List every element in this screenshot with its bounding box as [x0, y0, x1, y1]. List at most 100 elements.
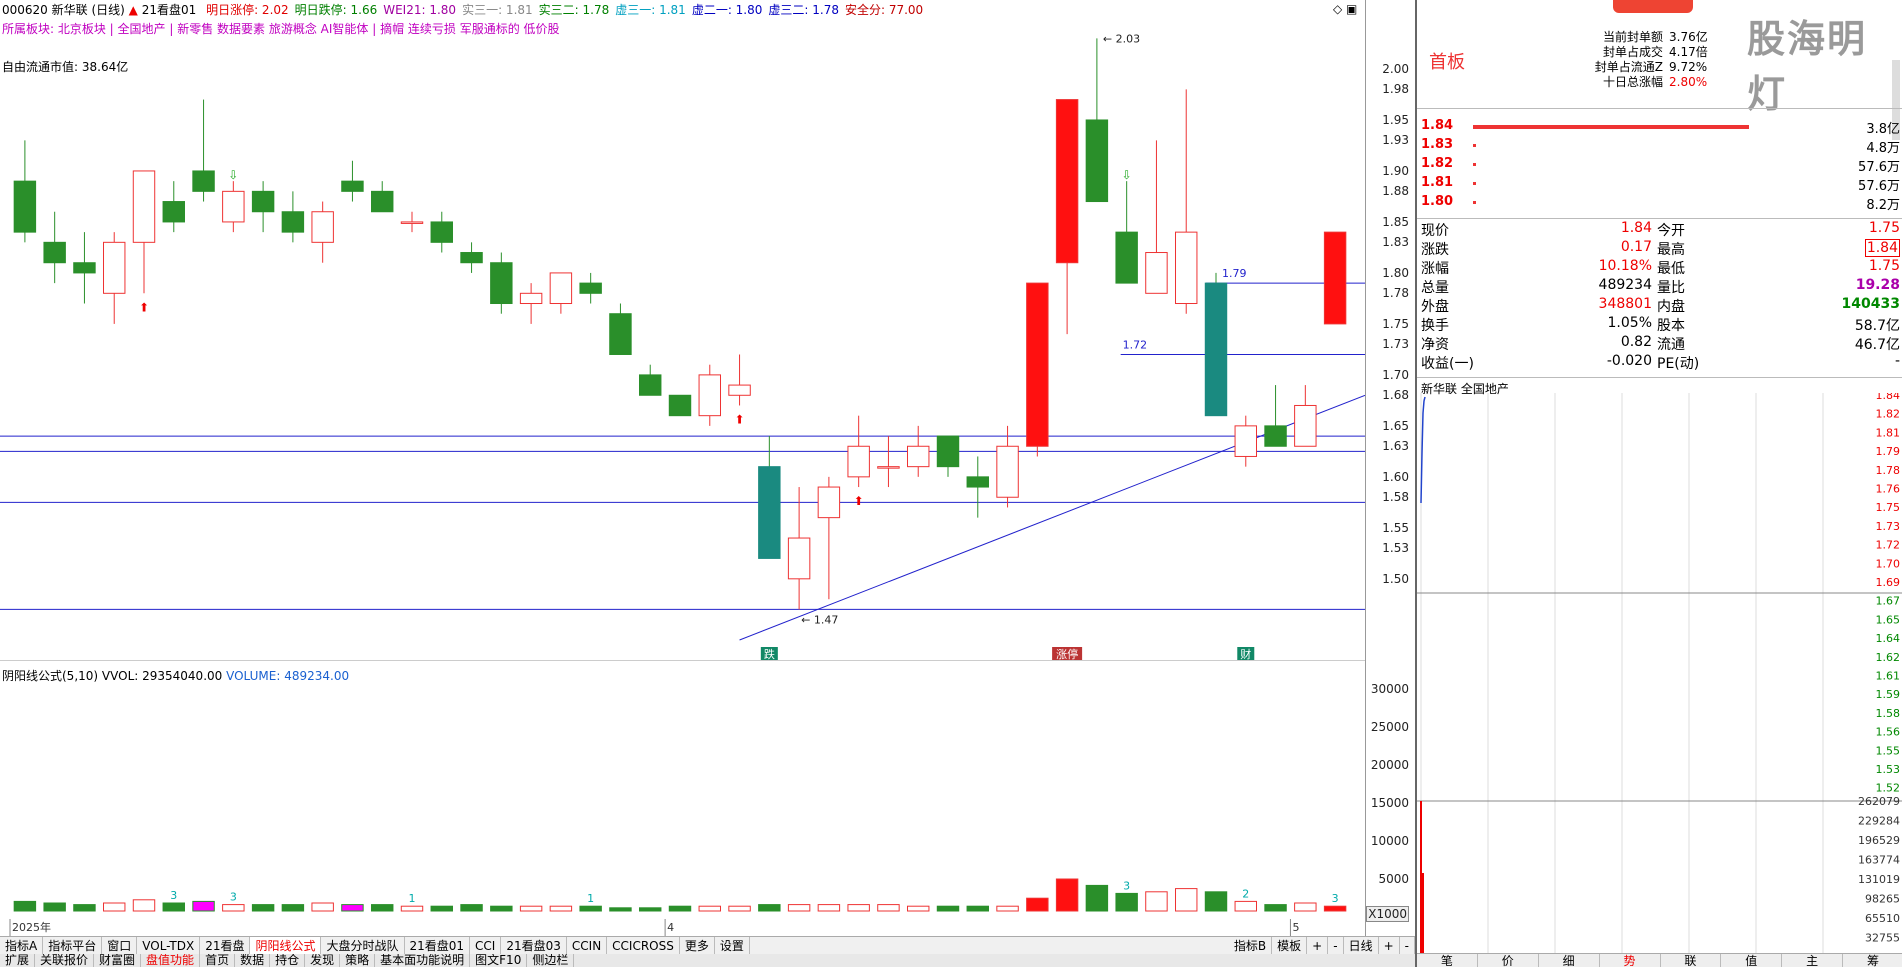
function-tab-9[interactable]: 基本面功能说明	[375, 954, 471, 967]
function-tab-6[interactable]: 持仓	[270, 954, 306, 967]
volume-bar	[1234, 900, 1257, 912]
mini-price-tick: 1.84	[1876, 393, 1901, 402]
volume-bar	[907, 905, 930, 912]
candle-body	[162, 201, 185, 223]
price-tick: 1.50	[1382, 571, 1409, 586]
quote-value: 10.18%	[1598, 258, 1652, 274]
candle-body	[73, 262, 96, 274]
candle-body	[400, 221, 424, 224]
candle	[698, 364, 721, 426]
volume-bar	[698, 905, 721, 912]
tab-3[interactable]: VOL-TDX	[137, 937, 201, 954]
volume-tick: 20000	[1370, 758, 1409, 772]
candle-body	[103, 241, 126, 294]
quote-label: 换手	[1421, 318, 1449, 334]
candle-body	[43, 241, 66, 264]
function-tab-5[interactable]: 数据	[235, 954, 271, 967]
tab-right-6[interactable]: -	[1400, 937, 1415, 954]
volume-bar	[1085, 884, 1109, 912]
quote-label: 外盘	[1421, 299, 1449, 315]
tab-13[interactable]: 设置	[715, 937, 750, 954]
volume-bar	[817, 904, 841, 912]
seal-value: 2.80%	[1669, 75, 1708, 89]
candle	[192, 99, 215, 202]
mini-price-tick: 1.56	[1876, 726, 1901, 739]
price-tick: 1.68	[1382, 388, 1409, 403]
candle-body	[668, 394, 692, 417]
tab-right-4[interactable]: 日线	[1344, 937, 1379, 954]
function-tab-8[interactable]: 策略	[340, 954, 376, 967]
volume-bar	[936, 905, 960, 912]
tab-2[interactable]: 窗口	[102, 937, 138, 954]
tab-6[interactable]: 大盘分时战队	[321, 937, 405, 954]
volume-bar	[460, 904, 483, 912]
candle	[400, 211, 424, 233]
tab-right-0[interactable]: 指标B	[1229, 937, 1273, 954]
candle	[1204, 272, 1228, 417]
bid-price: 1.82	[1421, 156, 1454, 171]
function-tab-2[interactable]: 财富圈	[94, 954, 142, 967]
mini-price-tick: 1.70	[1876, 557, 1901, 570]
tab-8[interactable]: CCI	[470, 937, 502, 954]
function-tab-1[interactable]: 关联报价	[35, 954, 95, 967]
candle	[251, 181, 275, 233]
quote-row: 换手 1.05% 股本 58.7亿	[1417, 315, 1902, 334]
candle	[519, 283, 543, 324]
detail-tab-2[interactable]: 细	[1539, 954, 1600, 967]
detail-tab-0[interactable]: 笔	[1417, 954, 1478, 967]
volume-bar	[728, 905, 751, 912]
intraday-chart[interactable]: 1.84 1.82 1.81 1.79 1.78 1.76 1.75 1.73 1.72 1.70…	[1417, 393, 1902, 953]
seal-value: 9.72%	[1669, 60, 1708, 74]
candle	[162, 181, 185, 233]
buy-signal-icon: ⬆	[139, 300, 149, 314]
function-tab-3[interactable]: 盘值功能	[141, 954, 201, 967]
tab-right-3[interactable]: -	[1328, 937, 1344, 954]
tab-right-5[interactable]: +	[1379, 937, 1400, 954]
tab-1[interactable]: 指标平台	[43, 937, 103, 954]
tab-4[interactable]: 21看盘	[200, 937, 251, 954]
event-tag: 跌	[760, 647, 778, 660]
seal-row: 十日总涨幅 2.80%	[1567, 73, 1767, 89]
detail-tab-3[interactable]: 势	[1600, 954, 1661, 967]
candle	[430, 211, 453, 253]
volume-count-label: 2	[1242, 887, 1249, 900]
candlestick-chart[interactable]: 1.79 1.72 ← 2.03 ← 1.47 跌 涨停 财 ⬆ ⬆ ⬆ ⇩ ⇩	[0, 0, 1365, 660]
quote-value: 1.75	[1868, 258, 1900, 274]
tab-0[interactable]: 指标A	[0, 937, 44, 954]
function-tab-11[interactable]: 侧边栏	[527, 954, 575, 967]
tab-7[interactable]: 21看盘01	[405, 937, 471, 954]
tab-12[interactable]: 更多	[680, 937, 715, 954]
quote-row: 总量 489234 量比 19.28	[1417, 277, 1902, 296]
kline-panel[interactable]: 000620 新华联 (日线) ▲ 21看盘01 明日涨停: 2.02 明日跌停:…	[0, 0, 1365, 660]
function-tab-4[interactable]: 首页	[200, 954, 236, 967]
volume-count-label: 3	[170, 889, 177, 902]
seal-row: 当前封单额 3.76亿	[1567, 28, 1767, 44]
candle	[341, 160, 364, 202]
mini-price-tick: 1.58	[1876, 707, 1901, 720]
function-tab-7[interactable]: 发现	[305, 954, 341, 967]
tab-9[interactable]: 21看盘03	[501, 937, 567, 954]
detail-tab-6[interactable]: 主	[1782, 954, 1844, 967]
tab-right-2[interactable]: +	[1307, 937, 1329, 954]
detail-tab-5[interactable]: 值	[1721, 954, 1783, 967]
function-tab-0[interactable]: 扩展	[0, 954, 36, 967]
collapse-handle[interactable]	[1613, 0, 1693, 13]
bid-price: 1.81	[1421, 175, 1454, 190]
candle-body	[311, 211, 334, 243]
candle	[817, 476, 841, 600]
detail-tab-4[interactable]: 联	[1661, 954, 1722, 967]
detail-tab-1[interactable]: 价	[1478, 954, 1539, 967]
bid-row: 1.82 57.6万	[1417, 156, 1902, 175]
bid-volume: 8.2万	[1866, 198, 1900, 213]
tab-10[interactable]: CCIN	[567, 937, 608, 954]
mini-price-tick: 1.53	[1876, 763, 1901, 776]
tab-11[interactable]: CCICROSS	[607, 937, 680, 954]
tab-5[interactable]: 阴阳线公式	[250, 937, 322, 954]
tab-right-1[interactable]: 模板	[1272, 937, 1308, 954]
price-tick: 1.95	[1382, 112, 1409, 127]
volume-count-label: 1	[409, 892, 416, 905]
volume-chart[interactable]: 3 3 1 1 3 2 3 2025年 4 5	[0, 661, 1365, 937]
function-tab-10[interactable]: 图文F10	[470, 954, 528, 967]
volume-panel[interactable]: 阴阳线公式(5,10) VVOL: 29354040.00 VOLUME: 48…	[0, 660, 1365, 937]
detail-tab-7[interactable]: 筹	[1843, 954, 1902, 967]
